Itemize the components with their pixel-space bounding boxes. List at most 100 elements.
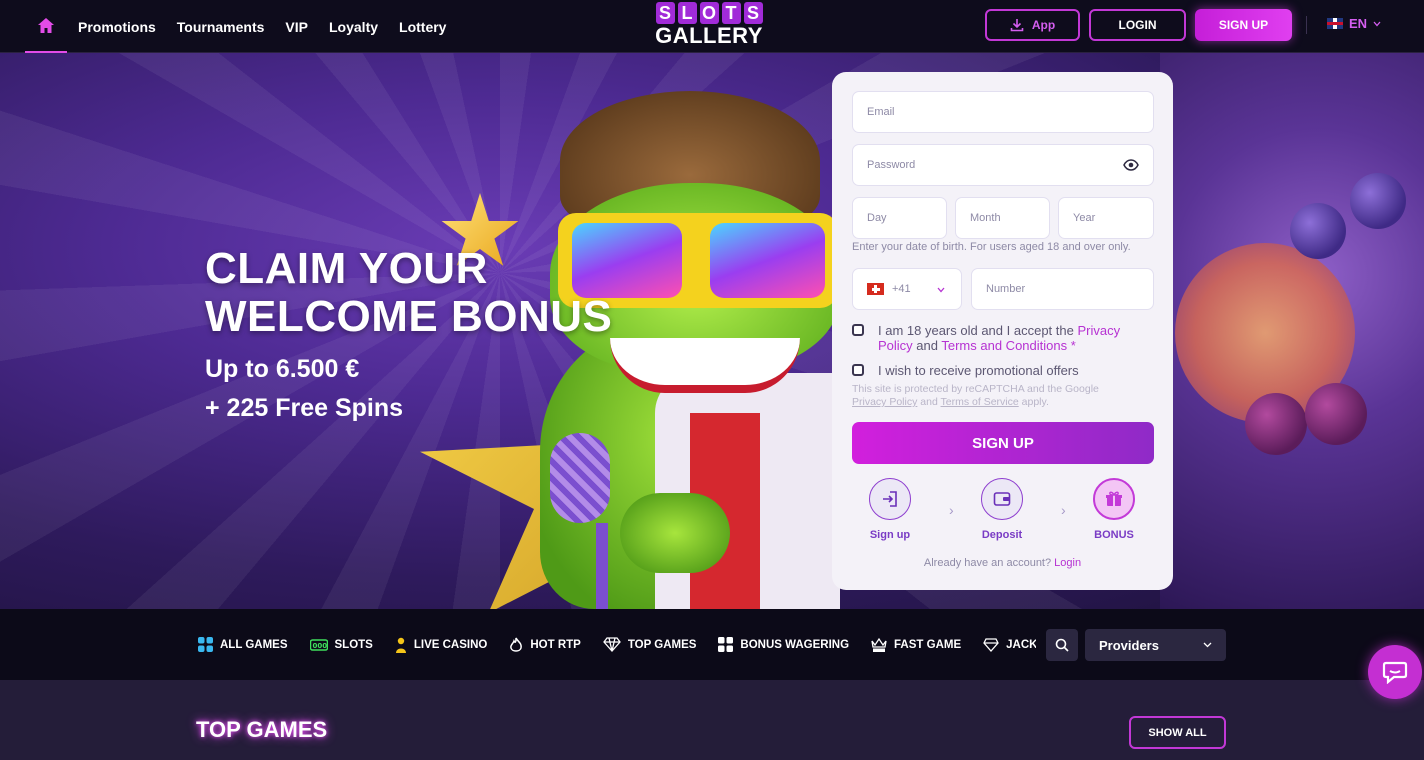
step-signup-circle — [869, 478, 911, 520]
nav-loyalty[interactable]: Loyalty — [329, 19, 378, 35]
day-field[interactable]: Day — [852, 197, 947, 239]
day-placeholder: Day — [867, 212, 887, 224]
hero-line-2: WELCOME BONUS — [205, 292, 613, 341]
providers-label: Providers — [1099, 637, 1159, 653]
frog-hand — [620, 493, 730, 573]
bonus-amount: Up to 6.500 € — [205, 355, 360, 383]
signup-submit-button[interactable]: SIGN UP — [852, 422, 1154, 464]
nav-tournaments[interactable]: Tournaments — [177, 19, 265, 35]
login-button[interactable]: LOGIN — [1089, 9, 1186, 41]
category-tabs: ALL GAMES 000 SLOTS LIVE CASINO HOT RTP … — [198, 609, 1036, 680]
home-button[interactable] — [25, 0, 67, 53]
phone-number-field[interactable]: Number — [971, 268, 1154, 310]
password-field[interactable]: Password — [852, 144, 1154, 186]
phone-code-select[interactable]: +41 — [852, 268, 962, 310]
gift-icon — [1106, 491, 1122, 506]
top-navigation-bar: Promotions Tournaments VIP Loyalty Lotte… — [0, 0, 1424, 53]
eye-icon[interactable] — [1123, 158, 1139, 172]
providers-dropdown[interactable]: Providers — [1085, 629, 1226, 661]
logo-letter: L — [677, 2, 697, 24]
chevron-down-icon — [937, 287, 945, 293]
language-selector[interactable]: EN — [1327, 16, 1381, 31]
swiss-flag-icon — [867, 283, 884, 295]
logo-letter: T — [721, 2, 741, 24]
year-field[interactable]: Year — [1058, 197, 1154, 239]
logo-letter: S — [743, 2, 763, 24]
terms-text: and — [912, 338, 942, 353]
step-signup: Sign up — [850, 478, 930, 541]
terms-text: I am 18 years old and I accept the — [878, 323, 1078, 338]
tab-hot-rtp-label: HOT RTP — [530, 638, 581, 651]
main-nav: Promotions Tournaments VIP Loyalty Lotte… — [78, 0, 446, 53]
tab-top-games[interactable]: TOP GAMES — [602, 637, 696, 652]
grape-illustration — [1290, 203, 1346, 259]
nav-promotions[interactable]: Promotions — [78, 19, 156, 35]
login-arrow-icon — [883, 491, 897, 507]
recaptcha-terms-link[interactable]: Terms of Service — [941, 396, 1019, 408]
tab-bonus-wagering-label: BONUS WAGERING — [740, 638, 850, 651]
step-deposit-label: Deposit — [981, 529, 1023, 541]
show-all-label: SHOW ALL — [1148, 726, 1207, 739]
step-bonus: BONUS — [1074, 478, 1154, 541]
nav-vip[interactable]: VIP — [285, 19, 308, 35]
logo-letter: S — [655, 2, 675, 24]
game-search-button[interactable] — [1046, 629, 1078, 661]
tab-hot-rtp[interactable]: HOT RTP — [509, 637, 581, 653]
tab-slots[interactable]: 000 SLOTS — [309, 638, 373, 652]
tab-live-casino[interactable]: LIVE CASINO — [395, 637, 487, 653]
chevron-right-icon: › — [1061, 502, 1066, 518]
hero-banner: CLAIM YOUR WELCOME BONUS Up to 6.500 € +… — [0, 53, 1424, 609]
tab-jackpots-label: JACKPOTS — [1006, 638, 1036, 651]
email-field[interactable]: Email — [852, 91, 1154, 133]
month-placeholder: Month — [970, 212, 1001, 224]
site-logo[interactable]: S L O T S GALLERY — [654, 2, 764, 50]
recaptcha-text: apply. — [1018, 396, 1049, 408]
promo-label: I wish to receive promotional offers — [878, 363, 1079, 378]
hero-heading: CLAIM YOUR WELCOME BONUS — [205, 245, 612, 341]
required-marker: * — [1067, 338, 1076, 353]
recaptcha-notice: This site is protected by reCAPTCHA and … — [852, 383, 1152, 409]
email-placeholder: Email — [867, 106, 895, 118]
recaptcha-text: and — [917, 396, 941, 408]
recaptcha-text: This site is protected by reCAPTCHA and … — [852, 383, 1099, 395]
show-all-button[interactable]: SHOW ALL — [1129, 716, 1226, 749]
logo-bottom-text: GALLERY — [655, 23, 763, 48]
chevron-down-icon — [1373, 21, 1381, 26]
sunglasses-lens — [710, 223, 825, 298]
step-deposit: Deposit — [962, 478, 1042, 541]
terms-checkbox[interactable] — [852, 324, 864, 336]
login-button-label: LOGIN — [1118, 18, 1157, 32]
already-text: Already have an account? — [923, 557, 1055, 569]
phone-code: +41 — [892, 283, 911, 295]
step-signup-label: Sign up — [869, 529, 911, 541]
logo-top-row: S L O T S — [654, 2, 764, 24]
search-icon — [1055, 638, 1069, 652]
login-link[interactable]: Login — [1054, 557, 1081, 569]
header-signup-button[interactable]: SIGN UP — [1195, 9, 1292, 41]
logo-letter: O — [699, 2, 719, 24]
year-placeholder: Year — [1073, 212, 1096, 224]
app-download-button[interactable]: App — [985, 9, 1080, 41]
home-icon — [38, 18, 54, 33]
diamond-icon — [602, 637, 621, 652]
promo-checkbox[interactable] — [852, 364, 864, 376]
section-title: TOP GAMES — [196, 717, 328, 742]
cherry-illustration — [1305, 383, 1367, 445]
tab-all-games-label: ALL GAMES — [220, 638, 288, 651]
tab-all-games[interactable]: ALL GAMES — [198, 637, 288, 652]
nav-lottery[interactable]: Lottery — [399, 19, 446, 35]
terms-conditions-link[interactable]: Terms and Conditions — [941, 338, 1067, 353]
tab-jackpots[interactable]: JACKPOTS — [983, 637, 1036, 652]
bonus-grid-icon — [718, 637, 734, 652]
password-placeholder: Password — [867, 159, 916, 171]
live-chat-button[interactable] — [1368, 645, 1422, 699]
free-spins: + 225 Free Spins — [205, 394, 404, 422]
tab-live-casino-label: LIVE CASINO — [413, 638, 488, 651]
tab-bonus-wagering[interactable]: BONUS WAGERING — [718, 637, 849, 652]
month-field[interactable]: Month — [955, 197, 1050, 239]
header-divider — [1306, 16, 1307, 34]
tab-slots-label: SLOTS — [334, 638, 373, 651]
download-icon — [1010, 19, 1024, 32]
recaptcha-privacy-link[interactable]: Privacy Policy — [852, 396, 917, 408]
tab-fast-game[interactable]: FAST GAME — [871, 637, 961, 653]
